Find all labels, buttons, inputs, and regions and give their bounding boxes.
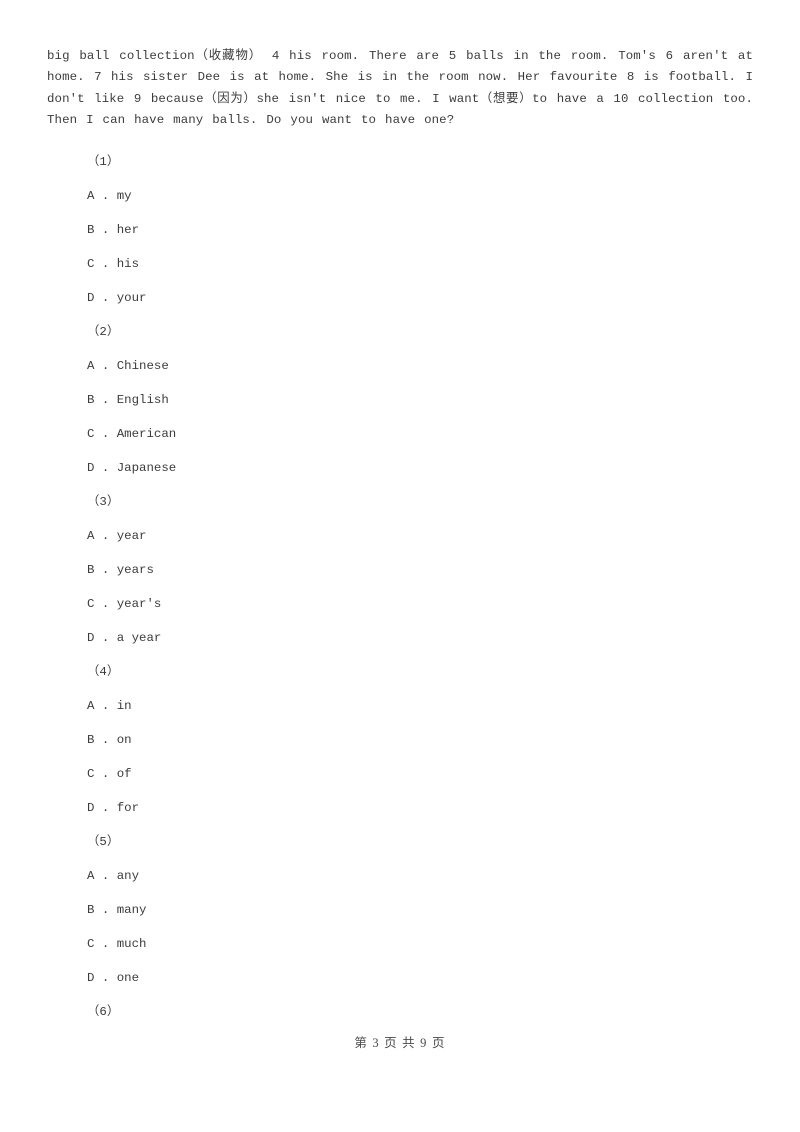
question-option[interactable]: C . American (0, 417, 800, 451)
question-block: （6） (0, 995, 800, 1029)
question-block: （3） A . year B . years C . year's D . a year (0, 485, 800, 655)
question-option[interactable]: D . a year (0, 621, 800, 655)
question-block: （4） A . in B . on C . of D . for (0, 655, 800, 825)
question-block: （1） A . my B . her C . his D . your (0, 145, 800, 315)
question-block: （2） A . Chinese B . English C . American D .… (0, 315, 800, 485)
question-option[interactable]: B . many (0, 893, 800, 927)
question-number: （6） (87, 1005, 120, 1019)
question-number: （2） (87, 325, 120, 339)
document-page: big ball collection（收藏物） 4 his room. The… (0, 0, 800, 1132)
question-option[interactable]: A . my (0, 179, 800, 213)
question-option[interactable]: B . English (0, 383, 800, 417)
question-option[interactable]: C . his (0, 247, 800, 281)
question-number: （5） (87, 835, 120, 849)
question-list: （1） A . my B . her C . his D . your （2） A . Ch… (0, 145, 800, 1029)
question-option[interactable]: B . on (0, 723, 800, 757)
question-option[interactable]: B . years (0, 553, 800, 587)
question-option[interactable]: A . Chinese (0, 349, 800, 383)
question-number: （3） (87, 495, 120, 509)
question-option[interactable]: D . one (0, 961, 800, 995)
question-option[interactable]: D . your (0, 281, 800, 315)
question-option[interactable]: A . year (0, 519, 800, 553)
question-option[interactable]: A . in (0, 689, 800, 723)
reading-passage: big ball collection（收藏物） 4 his room. The… (47, 49, 753, 127)
question-option[interactable]: B . her (0, 213, 800, 247)
question-option[interactable]: C . much (0, 927, 800, 961)
question-number: （1） (87, 155, 120, 169)
question-option[interactable]: A . any (0, 859, 800, 893)
question-option[interactable]: C . year's (0, 587, 800, 621)
question-number: （4） (87, 665, 120, 679)
question-option[interactable]: C . of (0, 757, 800, 791)
question-block: （5） A . any B . many C . much D . one (0, 825, 800, 995)
question-option[interactable]: D . Japanese (0, 451, 800, 485)
page-footer: 第 3 页 共 9 页 (354, 1036, 446, 1050)
question-option[interactable]: D . for (0, 791, 800, 825)
